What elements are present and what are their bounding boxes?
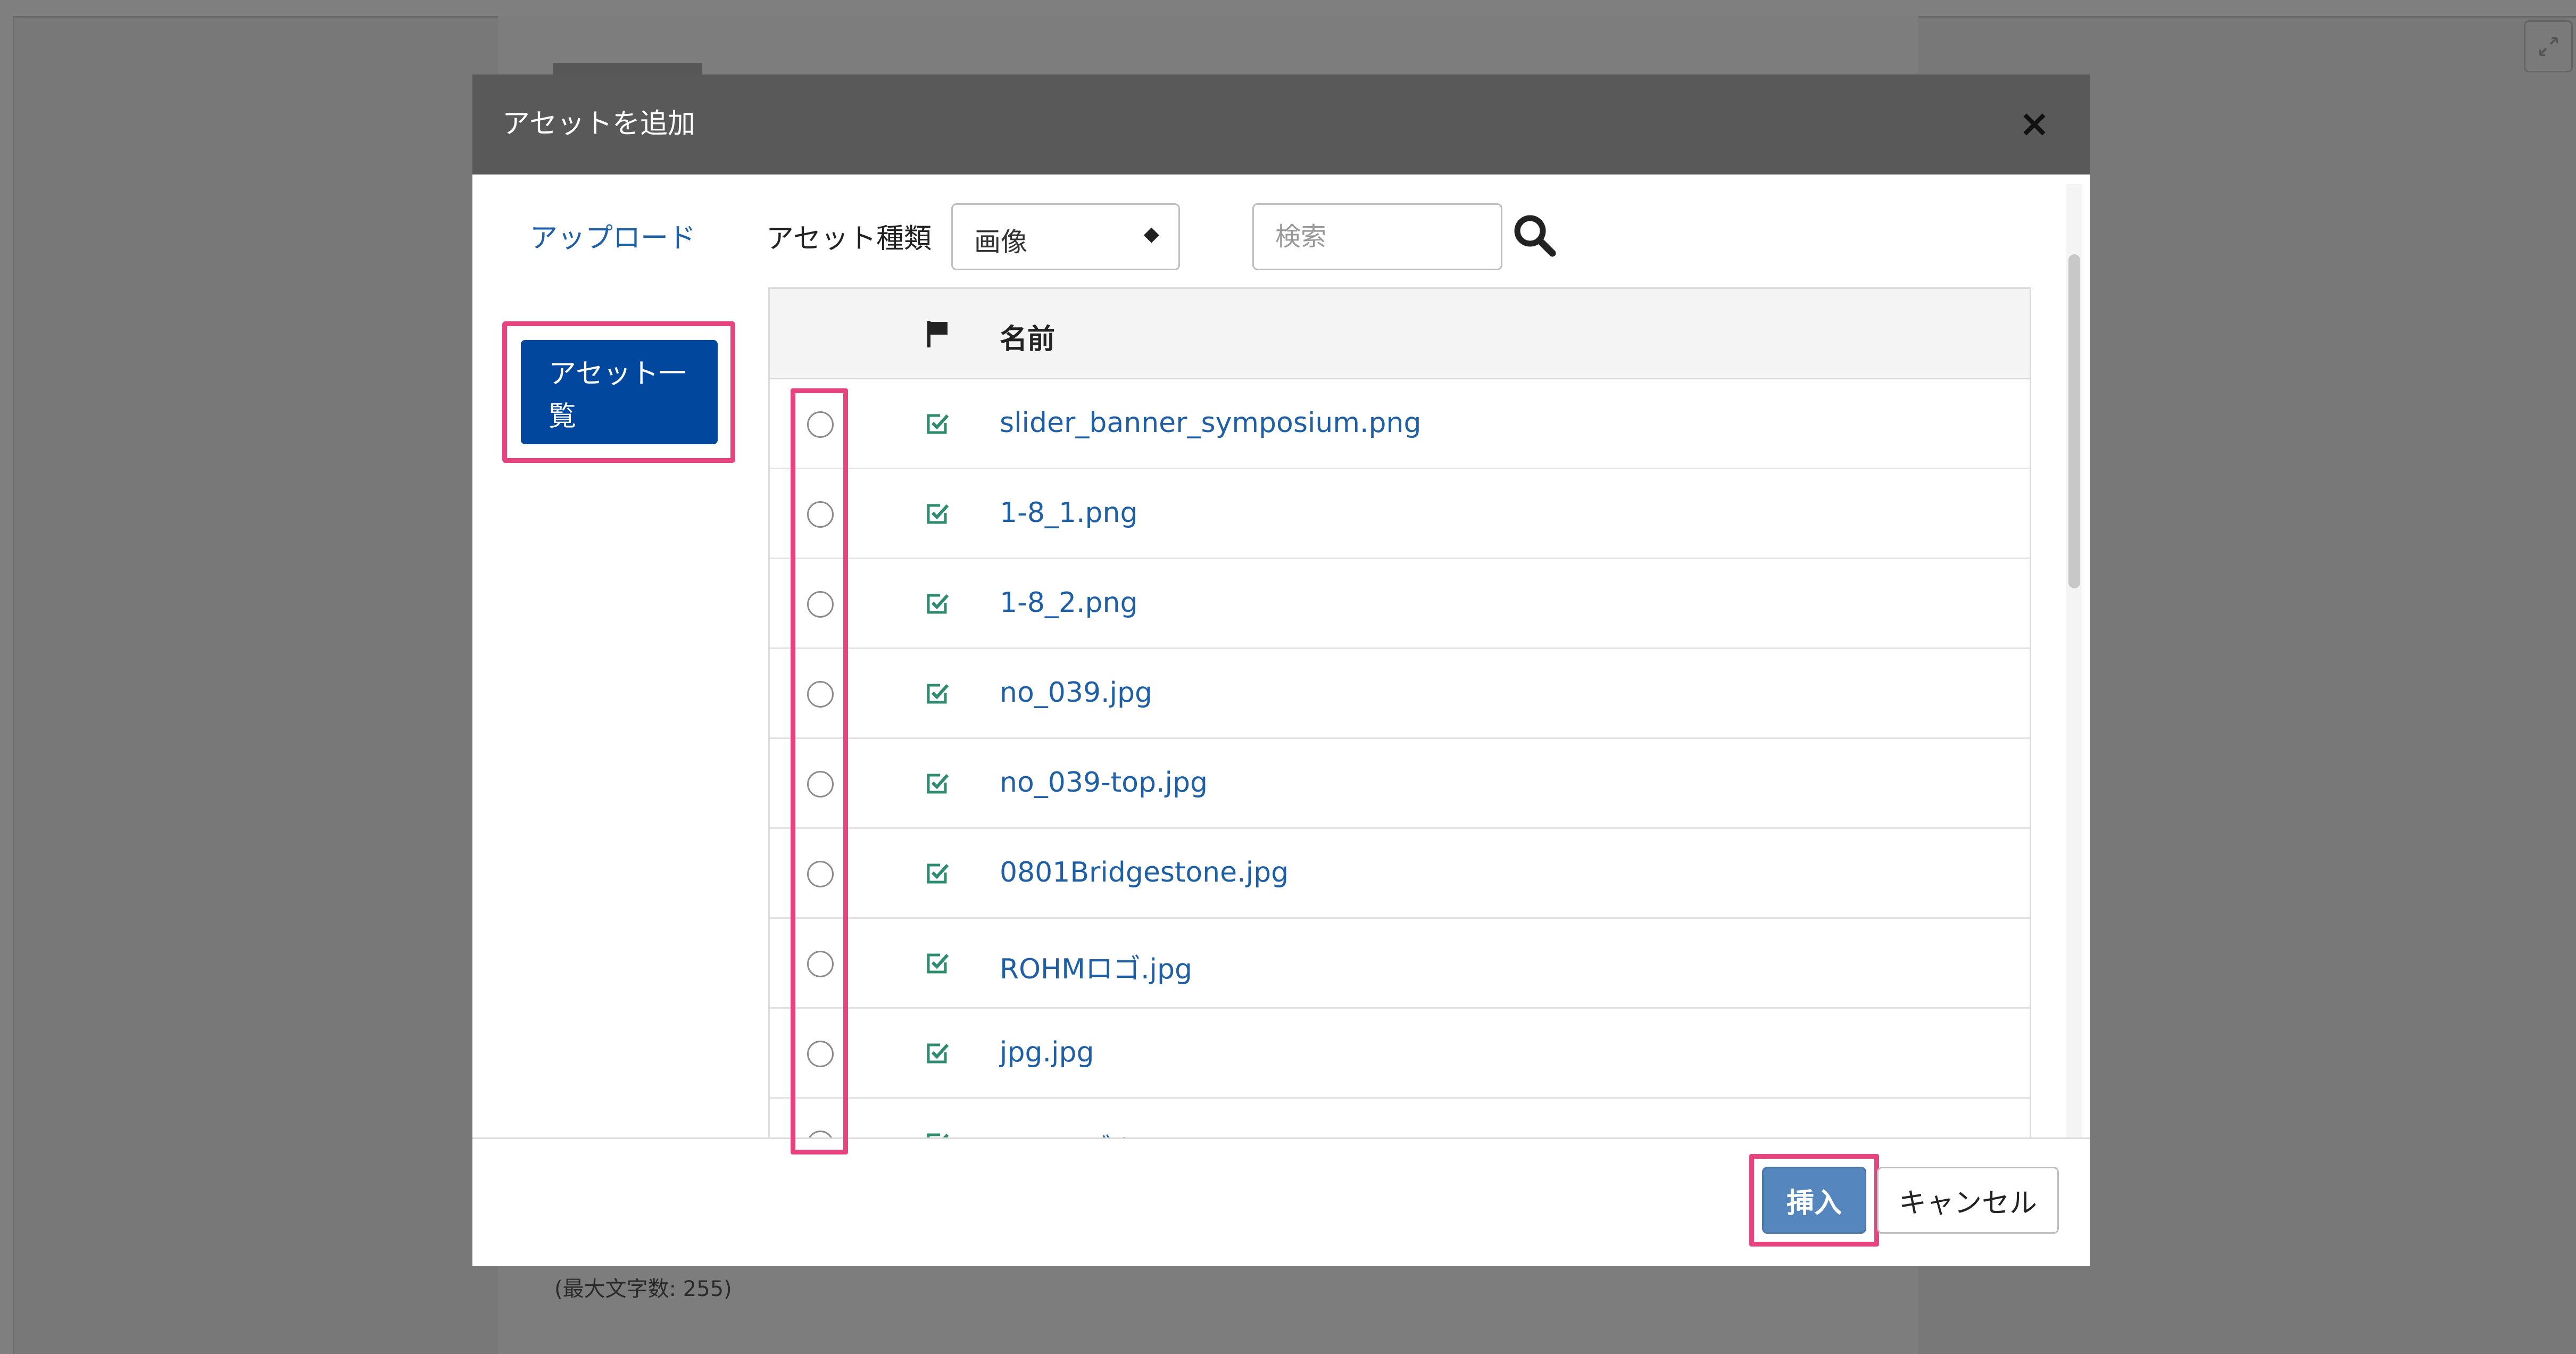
table-header: 名前 [770, 289, 2030, 379]
nav-item-asset-list-label: アセット一覧 [549, 358, 686, 433]
checkbox-checked-icon [927, 774, 949, 794]
checkbox-checked-icon [927, 504, 949, 524]
checkbox-checked-icon [927, 1043, 949, 1064]
table-row[interactable]: no_039-top.jpg [770, 739, 2030, 829]
table-row[interactable]: 0801Bridgestone.jpg [770, 829, 2030, 919]
add-asset-modal: アセットを追加 × アップロード アセット一覧 アセット種類 画像 ◆ 名前 s… [472, 74, 2090, 1266]
checkbox-checked-icon [927, 863, 949, 884]
checkbox-checked-icon [927, 684, 949, 704]
nav-item-asset-list-highlight: アセット一覧 [502, 321, 735, 463]
checkbox-checked-icon [927, 414, 949, 434]
asset-name-link[interactable]: slider_banner_symposium.png [1000, 407, 1422, 439]
nav-item-asset-list[interactable]: アセット一覧 [521, 340, 718, 444]
checkbox-checked-icon [927, 953, 949, 974]
asset-type-label: アセット種類 [766, 223, 932, 255]
asset-name-link[interactable]: 0801Bridgestone.jpg [1000, 857, 1289, 888]
table-row[interactable]: 1-8_2.png [770, 559, 2030, 649]
asset-name-link[interactable]: no_039-top.jpg [1000, 767, 1208, 799]
modal-title: アセットを追加 [502, 108, 695, 140]
column-header-name: 名前 [1000, 323, 1056, 355]
search-input[interactable] [1252, 203, 1502, 270]
asset-name-link[interactable]: ROHMロゴ.jpg [1000, 946, 1192, 986]
asset-type-select[interactable]: 画像 ◆ [951, 203, 1180, 270]
cancel-button[interactable]: キャンセル [1877, 1167, 2059, 1234]
scrollbar-thumb[interactable] [2068, 254, 2080, 588]
insert-button[interactable]: 挿入 [1762, 1167, 1866, 1234]
modal-scrollbar[interactable] [2066, 184, 2082, 1208]
table-row[interactable]: ROHMロゴ.jpg [770, 919, 2030, 1009]
asset-name-link[interactable]: 1-8_2.png [1000, 587, 1138, 619]
modal-header: アセットを追加 × [472, 74, 2090, 175]
table-row[interactable]: 1-8_1.png [770, 469, 2030, 559]
asset-name-link[interactable]: 1-8_1.png [1000, 497, 1138, 529]
close-icon[interactable]: × [2013, 102, 2056, 145]
flag-icon [927, 321, 948, 347]
asset-name-link[interactable]: no_039.jpg [1000, 677, 1152, 709]
search-icon[interactable] [1511, 212, 1559, 260]
asset-table: 名前 slider_banner_symposium.png 1-8_1.png 1… [768, 287, 2031, 1213]
select-caret-icon: ◆ [1143, 222, 1159, 245]
asset-name-link[interactable]: jpg.jpg [1000, 1036, 1094, 1068]
table-row[interactable]: slider_banner_symposium.png [770, 379, 2030, 469]
asset-type-selected-value: 画像 [974, 227, 1027, 257]
radio-column-highlight [791, 388, 848, 1154]
modal-footer: 挿入 キャンセル [472, 1137, 2090, 1266]
nav-item-upload[interactable]: アップロード [530, 217, 705, 260]
table-row[interactable]: no_039.jpg [770, 649, 2030, 739]
checkbox-checked-icon [927, 594, 949, 614]
table-row[interactable]: jpg.jpg [770, 1009, 2030, 1099]
